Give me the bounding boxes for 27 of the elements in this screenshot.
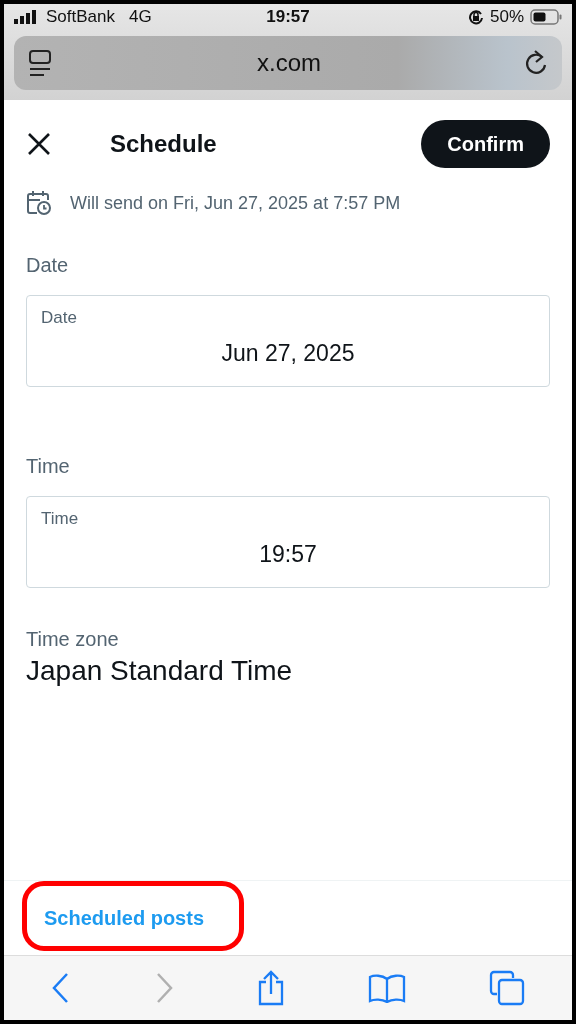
tabs-icon[interactable] <box>488 970 525 1006</box>
battery-icon <box>530 9 562 25</box>
section-label: Time <box>26 455 71 478</box>
calendar-clock-icon <box>26 190 52 216</box>
reload-icon[interactable] <box>524 49 548 77</box>
time-zone-label: Time zone <box>26 628 120 651</box>
time-field[interactable]: Time 19:57 <box>26 496 550 588</box>
time-zone-value: Japan Standard Time <box>26 655 294 687</box>
field-value: 19:57 <box>258 541 318 568</box>
clock-time: 19:57 <box>266 7 310 27</box>
url-text: x.com <box>256 49 322 77</box>
network-type: 4G <box>129 7 152 27</box>
close-icon[interactable] <box>26 131 52 157</box>
field-label: Date <box>41 308 78 328</box>
field-value: Jun 27, 2025 <box>220 340 356 367</box>
send-time-info: Will send on Fri, Jun 27, 2025 at 7:57 PM <box>70 192 401 214</box>
reader-icon[interactable] <box>28 49 54 77</box>
book-icon[interactable] <box>368 973 407 1003</box>
section-label: Date <box>26 254 70 277</box>
carrier-name: SoftBank <box>46 7 115 27</box>
confirm-button[interactable]: Confirm <box>421 120 550 168</box>
dialog-title: Schedule <box>110 130 218 158</box>
rotation-lock-icon <box>468 9 484 25</box>
address-bar[interactable]: x.com <box>14 36 562 90</box>
field-label: Time <box>41 509 80 529</box>
battery-percent: 50% <box>490 7 524 27</box>
date-field[interactable]: Date Jun 27, 2025 <box>26 295 550 387</box>
